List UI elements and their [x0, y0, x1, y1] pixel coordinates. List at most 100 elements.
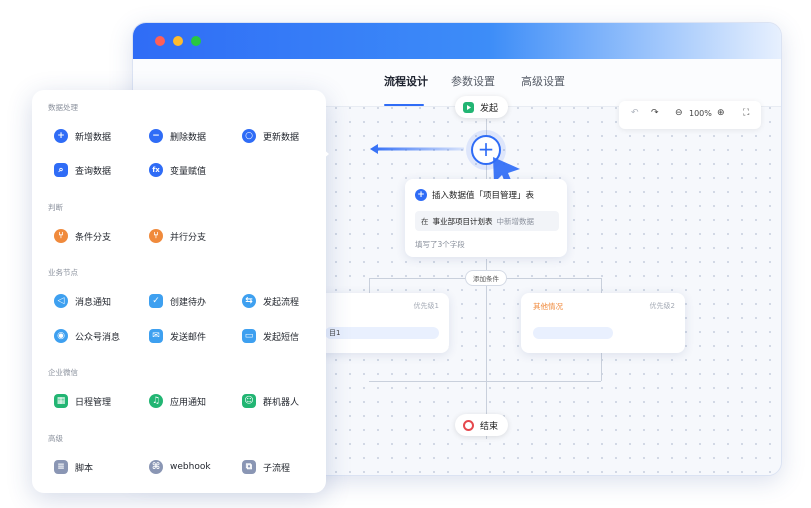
start-node[interactable]: 发起 — [455, 96, 509, 118]
branch-card-right[interactable]: 其他情况 优先级2 — [521, 293, 685, 353]
palette-item-query-data[interactable]: ⌕ 查询数据 — [50, 157, 115, 183]
window-titlebar — [133, 23, 781, 59]
plus-icon: + — [415, 189, 427, 201]
branch-right-priority: 优先级2 — [649, 302, 675, 310]
zoom-level: 100% — [689, 109, 712, 118]
calendar-icon: ▦ — [54, 394, 68, 408]
palette-item-label: 变量赋值 — [170, 166, 207, 177]
palette-item-label: 删除数据 — [170, 132, 207, 143]
megaphone-icon: ◁ — [54, 294, 68, 308]
webhook-icon: ⌘ — [149, 460, 163, 474]
refresh-icon: ○ — [242, 129, 256, 143]
add-condition-button[interactable]: 添加条件 — [465, 270, 507, 286]
fullscreen-icon[interactable]: ⛶ — [743, 108, 749, 118]
zoom-out-icon[interactable]: ⊖ — [675, 108, 683, 118]
palette-item-label: 子流程 — [263, 463, 291, 474]
screenshot-stage: 流程设计 参数设置 高级设置 ↶ ↷ ⊖ 100% ⊕ ⛶ 发起 + + 插入数… — [0, 0, 811, 508]
flow-icon: ⇆ — [242, 294, 256, 308]
section-title: 企业微信 — [48, 368, 78, 377]
branch-icon: ⑂ — [54, 229, 68, 243]
insert-node-footer: 填写了3个字段 — [415, 240, 465, 249]
palette-item-label: 新增数据 — [75, 132, 112, 143]
palette-item-label: webhook — [170, 462, 211, 472]
branch-left-condition — [325, 327, 439, 339]
palette-item-label: 日程管理 — [75, 397, 112, 408]
target-prefix: 在 — [421, 216, 429, 226]
palette-item-message[interactable]: ◁ 消息通知 — [50, 288, 115, 314]
script-icon: ≡ — [54, 460, 68, 474]
plus-icon: + — [54, 129, 68, 143]
close-window-button[interactable] — [155, 36, 165, 46]
palette-item-webhook[interactable]: ⌘ webhook — [145, 454, 215, 480]
palette-item-schedule[interactable]: ▦ 日程管理 — [50, 388, 115, 414]
palette-item-sms[interactable]: ▭ 发起短信 — [238, 323, 303, 349]
canvas-toolbar: ↶ ↷ ⊖ 100% ⊕ ⛶ — [619, 101, 761, 129]
variable-icon: fx — [149, 163, 163, 177]
end-node[interactable]: 结束 — [455, 414, 509, 436]
undo-icon[interactable]: ↶ — [631, 108, 639, 118]
play-icon — [463, 101, 474, 113]
palette-item-variable[interactable]: fx 变量赋值 — [145, 157, 210, 183]
palette-item-subflow[interactable]: ⧉ 子流程 — [238, 454, 294, 480]
palette-item-label: 群机器人 — [263, 397, 300, 408]
todo-icon: ✓ — [149, 294, 163, 308]
minus-icon: − — [149, 129, 163, 143]
palette-item-group-bot[interactable]: ☺ 群机器人 — [238, 388, 303, 414]
palette-item-label: 条件分支 — [75, 232, 112, 243]
connector — [486, 259, 487, 439]
branch-left-priority: 优先级1 — [413, 302, 439, 310]
palette-item-label: 创建待办 — [170, 297, 207, 308]
tab-params[interactable]: 参数设置 — [451, 73, 495, 89]
stop-icon — [463, 419, 474, 431]
tab-advanced[interactable]: 高级设置 — [521, 73, 565, 89]
merge-connector — [369, 381, 601, 382]
bell-icon: ♫ — [149, 394, 163, 408]
palette-item-label: 发送邮件 — [170, 332, 207, 343]
palette-item-label: 并行分支 — [170, 232, 207, 243]
palette-item-condition-branch[interactable]: ⑂ 条件分支 — [50, 223, 115, 249]
palette-item-label: 查询数据 — [75, 166, 112, 177]
mail-icon: ✉ — [149, 329, 163, 343]
palette-item-delete-data[interactable]: − 删除数据 — [145, 123, 210, 149]
palette-item-add-data[interactable]: + 新增数据 — [50, 123, 115, 149]
start-node-label: 发起 — [480, 103, 499, 114]
palette-item-script[interactable]: ≡ 脚本 — [50, 454, 97, 480]
sms-icon: ▭ — [242, 329, 256, 343]
palette-item-start-flow[interactable]: ⇆ 发起流程 — [238, 288, 303, 314]
drag-arrow-icon — [370, 144, 464, 154]
tab-flow-design[interactable]: 流程设计 — [384, 73, 428, 89]
branch-right-condition — [533, 327, 613, 339]
palette-item-label: 发起流程 — [263, 297, 300, 308]
target-table: 事业部项目计划表 — [432, 216, 493, 226]
palette-item-label: 应用通知 — [170, 397, 207, 408]
redo-icon[interactable]: ↷ — [651, 108, 659, 118]
palette-item-label: 公众号消息 — [75, 332, 121, 343]
subflow-icon: ⧉ — [242, 460, 256, 474]
palette-item-label: 发起短信 — [263, 332, 300, 343]
palette-item-label: 消息通知 — [75, 297, 112, 308]
section-title: 业务节点 — [48, 268, 78, 277]
end-node-label: 结束 — [480, 421, 499, 432]
palette-item-label: 脚本 — [75, 463, 94, 474]
palette-item-app-notify[interactable]: ♫ 应用通知 — [145, 388, 210, 414]
insert-data-node[interactable]: + 插入数据值「项目管理」表 在 事业部项目计划表 中新增数据 填写了3个字段 — [405, 179, 567, 257]
section-title: 判断 — [48, 203, 63, 212]
branch-left-value: 目1 — [329, 329, 341, 337]
palette-item-official-account[interactable]: ◉ 公众号消息 — [50, 323, 124, 349]
branch-right-title: 其他情况 — [533, 302, 563, 311]
parallel-branch-icon: ⑂ — [149, 229, 163, 243]
zoom-in-icon[interactable]: ⊕ — [717, 108, 725, 118]
insert-node-target: 在 事业部项目计划表 中新增数据 — [415, 211, 559, 231]
minimize-window-button[interactable] — [173, 36, 183, 46]
palette-item-update-data[interactable]: ○ 更新数据 — [238, 123, 303, 149]
official-account-icon: ◉ — [54, 329, 68, 343]
active-tab-indicator — [384, 104, 424, 106]
palette-item-email[interactable]: ✉ 发送邮件 — [145, 323, 210, 349]
palette-item-todo[interactable]: ✓ 创建待办 — [145, 288, 210, 314]
panel-caret — [322, 148, 329, 160]
palette-item-parallel-branch[interactable]: ⑂ 并行分支 — [145, 223, 210, 249]
palette-item-label: 更新数据 — [263, 132, 300, 143]
insert-node-title: 插入数据值「项目管理」表 — [432, 191, 535, 201]
connector — [601, 353, 602, 381]
maximize-window-button[interactable] — [191, 36, 201, 46]
